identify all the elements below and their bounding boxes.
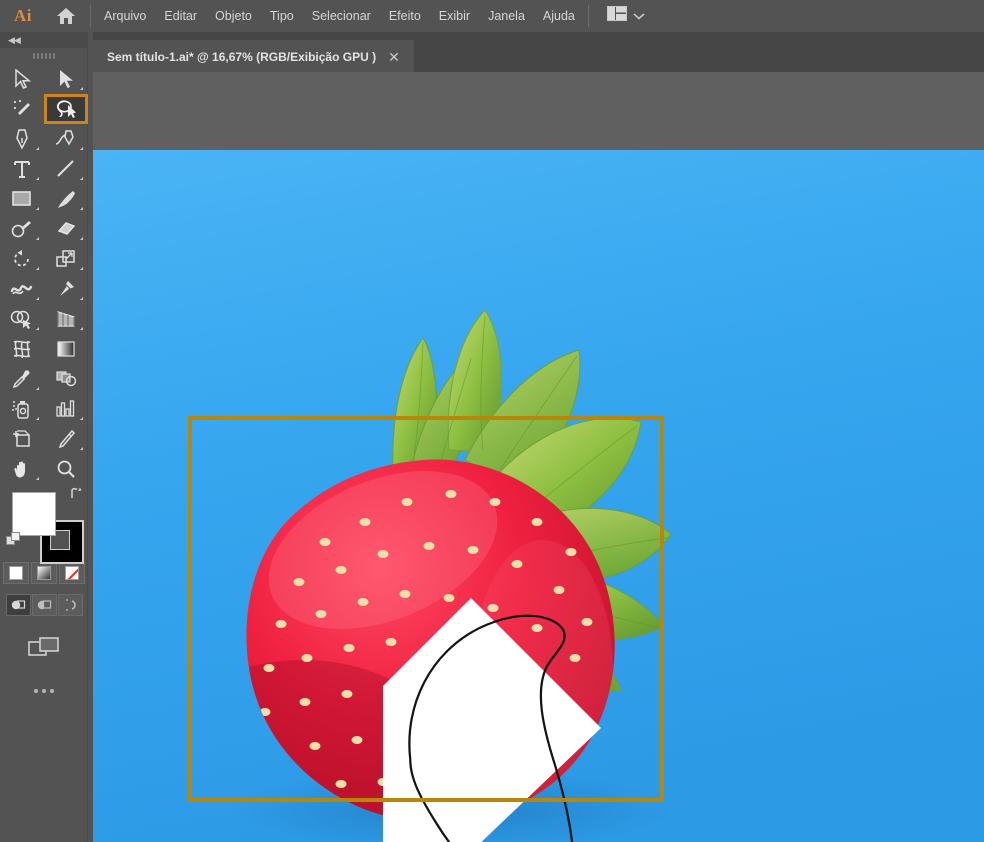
free-transform-tool[interactable] — [44, 274, 88, 304]
gradient-mode-button[interactable] — [31, 562, 57, 584]
shape-builder-tool[interactable] — [0, 304, 44, 334]
menu-item-editar[interactable]: Editar — [155, 0, 206, 32]
eraser-tool[interactable] — [44, 214, 88, 244]
tool-panel-header: ◀◀ — [0, 32, 88, 48]
magic-wand-tool[interactable] — [0, 94, 44, 124]
document-area[interactable] — [93, 72, 984, 842]
paintbrush-tool[interactable] — [44, 184, 88, 214]
curvature-tool[interactable] — [44, 124, 88, 154]
zoom-tool[interactable] — [44, 454, 88, 484]
selection-bounding-box[interactable] — [93, 150, 984, 842]
close-icon[interactable]: ✕ — [386, 50, 402, 64]
edit-toolbar-button[interactable] — [0, 676, 88, 706]
menu-divider — [90, 5, 91, 27]
draw-normal-icon — [11, 600, 26, 610]
draw-behind-mode-button[interactable] — [31, 594, 57, 616]
fill-swatch[interactable] — [12, 492, 56, 536]
draw-inside-mode-button[interactable] — [57, 594, 83, 616]
slice-tool[interactable] — [44, 424, 88, 454]
menu-item-arquivo[interactable]: Arquivo — [95, 0, 155, 32]
gradient-swatch-icon — [37, 566, 51, 580]
ellipsis-icon — [34, 689, 38, 693]
blend-tool[interactable] — [44, 364, 88, 394]
menu-item-exibir[interactable]: Exibir — [430, 0, 479, 32]
hand-tool[interactable] — [0, 454, 44, 484]
menu-divider-2 — [587, 5, 589, 27]
selection-tool[interactable] — [0, 64, 44, 94]
app-logo-icon: Ai — [14, 6, 32, 25]
document-tab-title: Sem título-1.ai* @ 16,67% (RGB/Exibição … — [107, 50, 377, 64]
mesh-tool[interactable] — [0, 334, 44, 364]
menu-item-tipo[interactable]: Tipo — [261, 0, 303, 32]
rectangle-tool[interactable] — [0, 184, 44, 214]
direct-selection-tool[interactable] — [44, 64, 88, 94]
scale-tool[interactable] — [44, 244, 88, 274]
document-tab[interactable]: Sem título-1.ai* @ 16,67% (RGB/Exibição … — [93, 40, 414, 72]
color-mode-button[interactable] — [3, 562, 29, 584]
artboard-tool[interactable] — [0, 424, 44, 454]
screen-mode-icon — [28, 637, 59, 656]
line-segment-tool[interactable] — [44, 154, 88, 184]
illustrator-window: Ai Arquivo Editar Objeto Tipo Selecionar… — [0, 0, 984, 842]
menu-item-janela[interactable]: Janela — [479, 0, 534, 32]
home-icon[interactable] — [46, 0, 86, 32]
draw-mode-row — [0, 594, 88, 620]
rotate-tool[interactable] — [0, 244, 44, 274]
chevron-down-icon — [633, 7, 645, 25]
width-tool[interactable] — [0, 274, 44, 304]
document-tab-bar: Sem título-1.ai* @ 16,67% (RGB/Exibição … — [93, 32, 984, 72]
menu-item-selecionar[interactable]: Selecionar — [303, 0, 380, 32]
menu-item-objeto[interactable]: Objeto — [206, 0, 261, 32]
tool-panel-body — [0, 48, 88, 842]
workspace-layout-icon — [606, 6, 627, 26]
gradient-tool[interactable] — [44, 334, 88, 364]
none-mode-button[interactable] — [59, 562, 85, 584]
fill-stroke-controls — [0, 484, 88, 564]
symbol-sprayer-tool[interactable] — [0, 394, 44, 424]
menu-bar: Ai Arquivo Editar Objeto Tipo Selecionar… — [0, 0, 984, 32]
draw-inside-icon — [66, 599, 76, 611]
flyout-indicator-icon — [80, 87, 83, 90]
draw-behind-icon — [37, 600, 52, 610]
draw-normal-mode-button[interactable] — [5, 594, 31, 616]
artwork-canvas[interactable] — [93, 150, 984, 842]
none-slash-icon — [65, 566, 79, 580]
column-graph-tool[interactable] — [44, 394, 88, 424]
perspective-grid-tool[interactable] — [44, 304, 88, 334]
workspace-switcher[interactable] — [603, 0, 649, 32]
type-tool[interactable] — [0, 154, 44, 184]
menu-item-ajuda[interactable]: Ajuda — [534, 0, 584, 32]
collapse-panel-icon[interactable]: ◀◀ — [8, 35, 21, 46]
change-screen-mode-button[interactable] — [0, 630, 88, 664]
drag-handle[interactable] — [0, 48, 88, 64]
paint-mode-row — [0, 562, 88, 590]
menu-item-efeito[interactable]: Efeito — [380, 0, 430, 32]
tool-panel: ◀◀ — [0, 32, 93, 842]
pen-tool[interactable] — [0, 124, 44, 154]
solid-color-icon — [9, 566, 23, 580]
swap-fill-stroke-icon[interactable] — [69, 486, 84, 503]
tool-grid — [0, 64, 88, 484]
shaper-tool[interactable] — [0, 214, 44, 244]
lasso-tool[interactable] — [44, 94, 88, 124]
eyedropper-tool[interactable] — [0, 364, 44, 394]
default-fill-stroke-icon[interactable] — [6, 532, 22, 553]
